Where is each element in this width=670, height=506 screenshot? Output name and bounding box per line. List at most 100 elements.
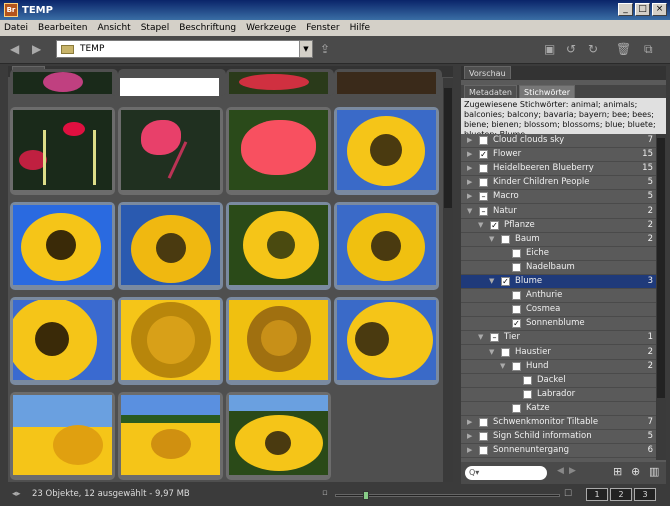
keyword-row[interactable]: ▶ Kinder Children People 5 xyxy=(461,176,656,191)
keyword-row[interactable]: ▼ – Natur 2 xyxy=(461,205,656,219)
thumbnail[interactable] xyxy=(10,202,115,290)
thumbnail[interactable] xyxy=(118,107,223,195)
keyword-row[interactable]: ▶ – Macro 5 xyxy=(461,190,656,205)
menu-bearbeiten[interactable]: Bearbeiten xyxy=(38,23,87,33)
slider-knob[interactable] xyxy=(363,491,369,500)
view-mode-3-button[interactable]: 3 xyxy=(634,488,656,501)
tab-metadaten[interactable]: Metadaten xyxy=(464,85,517,98)
expand-right-icon[interactable]: ▶ xyxy=(467,176,472,189)
expand-down-icon[interactable]: ▼ xyxy=(489,346,494,359)
thumbnail[interactable] xyxy=(118,392,223,480)
chevron-down-icon[interactable]: ▼ xyxy=(299,41,312,57)
expand-right-icon[interactable]: ▶ xyxy=(467,162,472,175)
compact-mode-icon[interactable]: ⧉ xyxy=(644,42,653,57)
thumbnail[interactable] xyxy=(226,69,334,96)
thumbnail[interactable] xyxy=(334,107,439,195)
menu-hilfe[interactable]: Hilfe xyxy=(350,23,370,33)
keyword-row[interactable]: ▶ ✓ Flower 15 xyxy=(461,148,656,163)
keyword-row[interactable]: ▼ – Tier 1 xyxy=(461,331,656,346)
keyword-search-input[interactable]: Q▾ xyxy=(465,466,547,480)
expand-down-icon[interactable]: ▼ xyxy=(467,205,472,218)
thumbnail[interactable] xyxy=(334,69,442,96)
content-scrollbar[interactable] xyxy=(443,78,453,482)
keyword-checkbox[interactable]: – xyxy=(479,192,488,202)
keyword-row[interactable]: Katze xyxy=(461,402,656,416)
expand-right-icon[interactable]: ▶ xyxy=(467,148,472,161)
keyword-checkbox[interactable] xyxy=(479,432,488,442)
menu-beschriftung[interactable]: Beschriftung xyxy=(179,23,236,33)
new-subkeyword-icon[interactable]: ⊕ xyxy=(631,465,640,478)
keyword-checkbox[interactable] xyxy=(523,389,532,399)
keyword-row[interactable]: ✓ Sonnenblume xyxy=(461,317,656,332)
menu-stapel[interactable]: Stapel xyxy=(141,23,170,33)
prev-icon[interactable]: ◀ xyxy=(557,466,564,476)
keyword-checkbox[interactable] xyxy=(479,178,488,188)
keyword-checkbox[interactable] xyxy=(512,305,521,315)
maximize-icon[interactable]: □ xyxy=(635,3,650,16)
expand-down-icon[interactable]: ▼ xyxy=(500,360,505,373)
keyword-checkbox[interactable] xyxy=(512,403,521,413)
keyword-checkbox[interactable]: ✓ xyxy=(490,220,499,230)
thumbnail[interactable] xyxy=(10,297,115,385)
keyword-checkbox[interactable] xyxy=(512,248,521,258)
keyword-row[interactable]: ▼ ✓ Blume 3 xyxy=(461,275,656,289)
thumbnail[interactable] xyxy=(226,202,331,290)
keyword-checkbox[interactable]: ✓ xyxy=(501,277,510,286)
keyword-scrollbar[interactable] xyxy=(656,134,666,460)
keyword-row[interactable]: ▶ Sonnenuntergang 6 xyxy=(461,444,656,459)
keyword-checkbox[interactable] xyxy=(523,375,532,385)
keyword-row[interactable]: ▼ Haustier 2 xyxy=(461,346,656,360)
expand-right-icon[interactable]: ▶ xyxy=(467,444,472,457)
thumbnail[interactable] xyxy=(118,69,226,96)
keyword-row[interactable]: ▼ ✓ Pflanze 2 xyxy=(461,219,656,233)
minimize-icon[interactable]: _ xyxy=(618,3,633,16)
scroll-thumb[interactable] xyxy=(657,138,665,398)
thumbnail[interactable] xyxy=(10,392,115,480)
tab-vorschau[interactable]: Vorschau xyxy=(464,66,511,79)
trash-icon[interactable]: 🗑 xyxy=(616,42,631,56)
expand-right-icon[interactable]: ▶ xyxy=(467,190,472,203)
keyword-row[interactable]: Cosmea xyxy=(461,303,656,318)
keyword-checkbox[interactable] xyxy=(479,418,488,427)
scroll-thumb[interactable] xyxy=(444,88,452,208)
keyword-checkbox[interactable]: – xyxy=(479,206,488,216)
keyword-row[interactable]: ▶ Heidelbeeren Blueberry 15 xyxy=(461,162,656,177)
thumbnail[interactable] xyxy=(226,297,331,385)
keyword-row[interactable]: Nadelbaum xyxy=(461,261,656,275)
menu-werkzeuge[interactable]: Werkzeuge xyxy=(246,23,296,33)
keyword-row[interactable]: ▶ Cloud clouds sky 7 xyxy=(461,134,656,148)
keyword-checkbox[interactable] xyxy=(501,347,510,357)
menu-ansicht[interactable]: Ansicht xyxy=(97,23,130,33)
keyword-checkbox[interactable] xyxy=(479,164,488,174)
thumbnail[interactable] xyxy=(10,107,115,195)
panel-splitter[interactable] xyxy=(453,66,461,484)
path-dropdown[interactable]: TEMP ▼ xyxy=(56,40,313,58)
keyword-checkbox[interactable] xyxy=(512,262,521,272)
expand-right-icon[interactable]: ▶ xyxy=(467,430,472,443)
keyword-checkbox[interactable]: ✓ xyxy=(479,150,488,160)
keyword-checkbox[interactable] xyxy=(479,446,488,456)
keyword-row[interactable]: Eiche xyxy=(461,247,656,261)
keyword-row[interactable]: ▶ Sign Schild information 5 xyxy=(461,430,656,445)
forward-arrow-icon[interactable]: ▶ xyxy=(32,42,41,56)
tab-stichwoerter[interactable]: Stichwörter xyxy=(519,85,575,98)
rotate-left-icon[interactable]: ↺ xyxy=(566,42,576,56)
thumbnail[interactable] xyxy=(118,297,223,385)
close-icon[interactable]: × xyxy=(652,3,667,16)
zoom-out-icon[interactable]: ▫ xyxy=(322,488,328,498)
thumbnail[interactable] xyxy=(334,297,439,385)
keyword-row[interactable]: ▼ Hund 2 xyxy=(461,360,656,374)
view-mode-1-button[interactable]: 1 xyxy=(586,488,608,501)
thumbnail[interactable] xyxy=(226,107,331,195)
new-folder-icon[interactable]: ▣ xyxy=(544,42,555,56)
back-arrow-icon[interactable]: ◀ xyxy=(10,42,19,56)
expand-down-icon[interactable]: ▼ xyxy=(478,219,483,232)
keyword-checkbox[interactable] xyxy=(479,136,488,145)
menu-datei[interactable]: Datei xyxy=(4,23,28,33)
keyword-checkbox[interactable] xyxy=(512,291,521,301)
keyword-checkbox[interactable]: ✓ xyxy=(512,319,521,329)
expand-right-icon[interactable]: ▶ xyxy=(467,134,472,147)
menu-fenster[interactable]: Fenster xyxy=(306,23,339,33)
thumbnail-size-slider[interactable] xyxy=(335,491,560,500)
next-icon[interactable]: ▶ xyxy=(569,466,576,476)
